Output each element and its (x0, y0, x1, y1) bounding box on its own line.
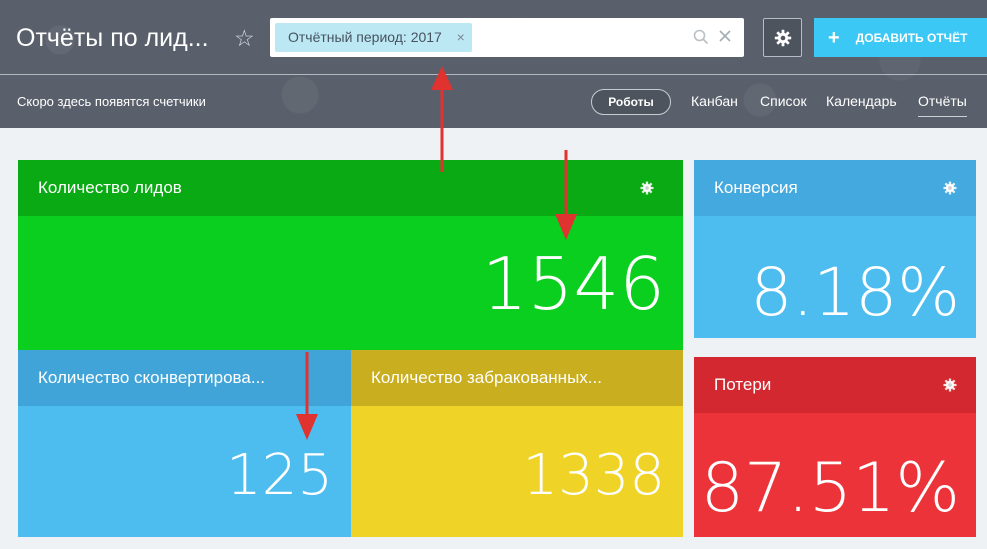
arrow-down-to-leads (555, 150, 577, 240)
arrow-up-to-filter (431, 66, 453, 172)
arrow-down-to-converted (296, 352, 318, 440)
annotation-arrows (296, 66, 577, 440)
